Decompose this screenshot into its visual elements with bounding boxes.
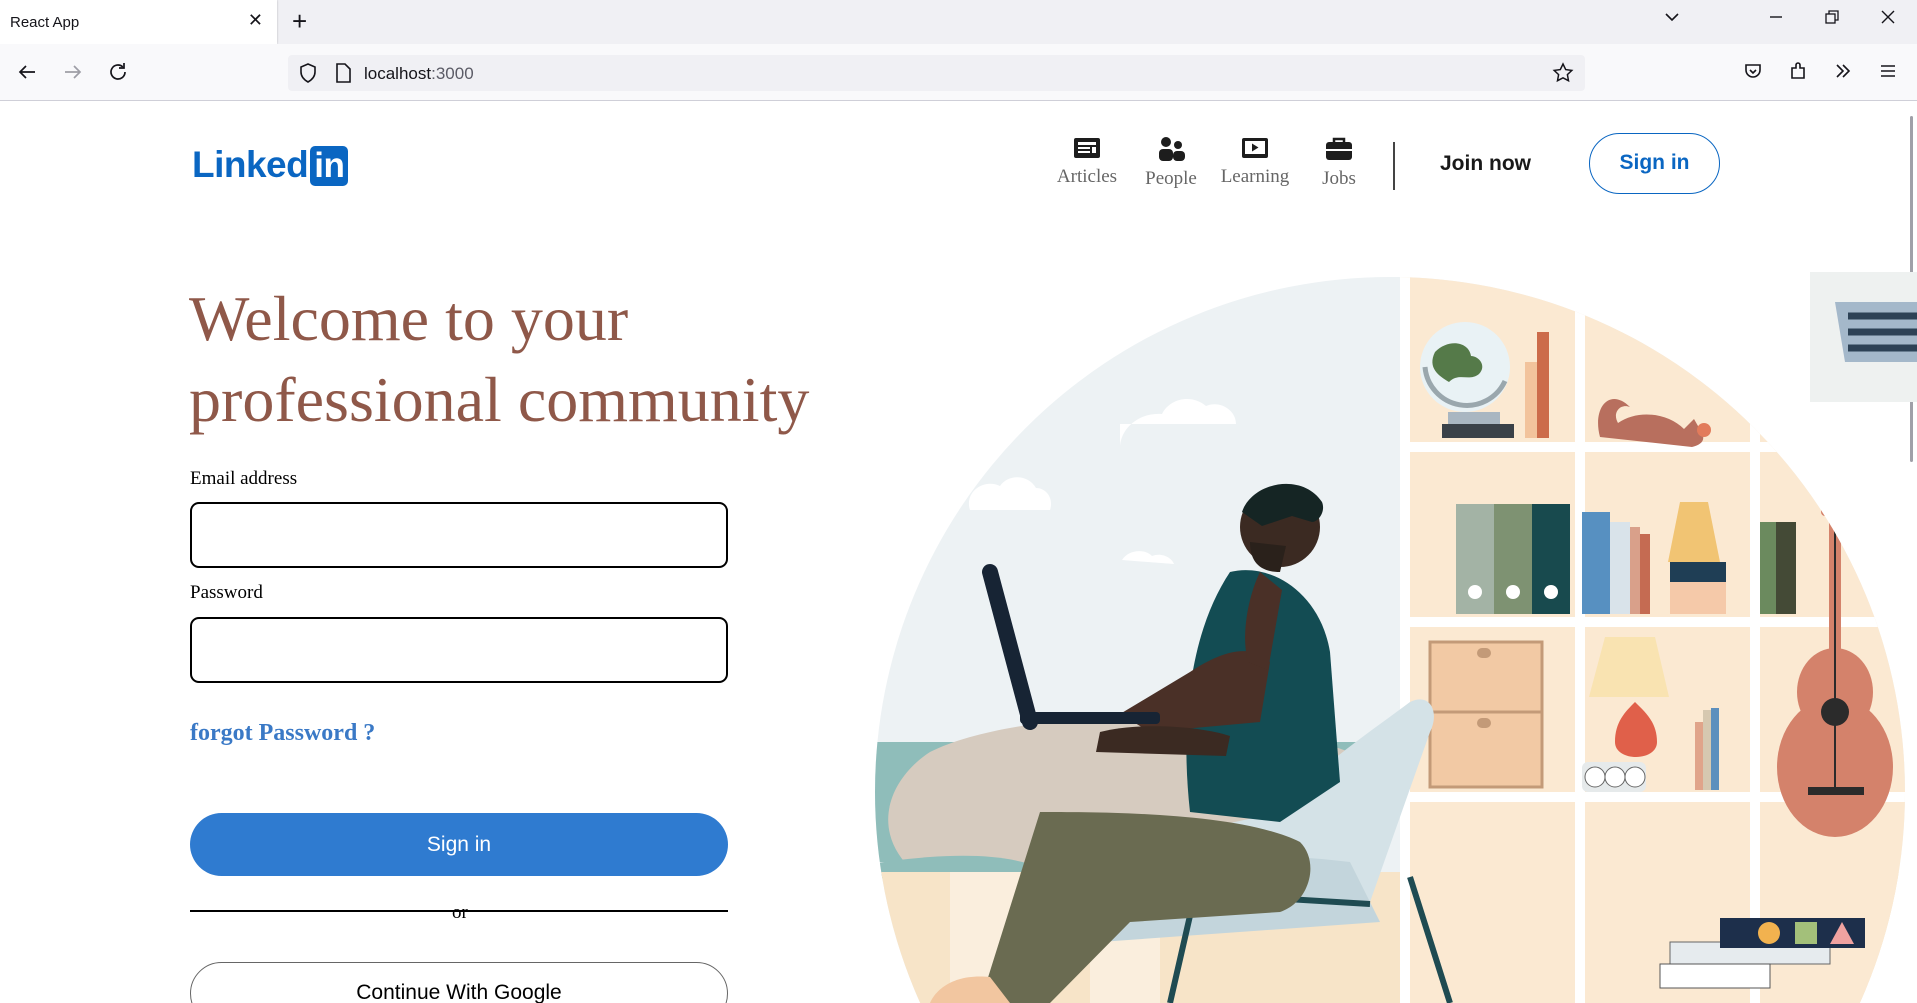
page-viewport: Linked in Articles People Learning Jobs …: [0, 102, 1917, 1003]
articles-icon: [1074, 138, 1100, 158]
hamburger-menu-icon[interactable]: [1878, 61, 1898, 87]
or-divider-text: or: [452, 902, 468, 923]
forward-arrow-icon[interactable]: [62, 61, 84, 89]
nav-item-learning[interactable]: Learning: [1213, 132, 1297, 190]
url-text[interactable]: localhost:3000: [364, 64, 474, 84]
jobs-icon: [1326, 137, 1352, 160]
headline-line-1: Welcome to your: [189, 283, 629, 354]
minimize-window-icon[interactable]: [1767, 8, 1785, 31]
email-label: Email address: [190, 468, 298, 489]
nav-item-articles[interactable]: Articles: [1045, 132, 1129, 190]
overflow-chevrons-icon[interactable]: [1833, 61, 1853, 87]
nav-label-articles: Articles: [1056, 166, 1118, 187]
pocket-icon[interactable]: [1743, 61, 1763, 87]
nav-label-people: People: [1145, 168, 1197, 189]
header-sign-in-button[interactable]: Sign in: [1589, 133, 1720, 194]
nav-label-jobs: Jobs: [1322, 168, 1356, 189]
linkedin-logo[interactable]: Linked in: [192, 144, 349, 186]
password-field[interactable]: [190, 617, 728, 683]
password-label: Password: [190, 582, 263, 603]
logo-wordmark: Linked: [192, 144, 309, 185]
tab-title: React App: [10, 14, 80, 31]
browser-tab-active[interactable]: React App ✕: [0, 0, 277, 44]
tab-list-chevron-down-icon[interactable]: [1663, 8, 1681, 31]
join-now-button[interactable]: Join now: [1440, 152, 1531, 176]
hero-illustration: [875, 272, 1917, 1003]
top-navigation: Articles People Learning Jobs: [1045, 132, 1381, 190]
email-field[interactable]: [190, 502, 728, 568]
extensions-icon[interactable]: [1788, 61, 1808, 87]
illustration-scene: [875, 277, 1905, 1003]
url-port: :3000: [431, 64, 474, 83]
learning-icon: [1242, 138, 1268, 158]
back-arrow-icon[interactable]: [16, 61, 38, 89]
close-window-icon[interactable]: [1879, 8, 1897, 31]
page-info-icon[interactable]: [334, 62, 352, 89]
headline-line-2: professional community: [189, 364, 810, 435]
address-bar[interactable]: localhost:3000: [288, 55, 1585, 91]
hero-headline: Welcome to your professional community: [189, 278, 909, 440]
forgot-password-link[interactable]: forgot Password ?: [190, 720, 375, 747]
nav-item-jobs[interactable]: Jobs: [1297, 132, 1381, 190]
restore-window-icon[interactable]: [1823, 8, 1841, 31]
nav-item-people[interactable]: People: [1129, 132, 1213, 190]
nav-divider: [1393, 142, 1395, 190]
people-icon: [1159, 137, 1185, 161]
browser-toolbar: localhost:3000: [0, 44, 1917, 101]
reload-icon[interactable]: [107, 61, 129, 89]
browser-tab-strip: React App ✕ +: [0, 0, 1917, 44]
logo-badge: in: [310, 146, 349, 186]
bookmark-star-icon[interactable]: [1552, 62, 1574, 89]
sign-in-button[interactable]: Sign in: [190, 813, 728, 876]
nav-label-learning: Learning: [1220, 166, 1290, 187]
continue-with-google-button[interactable]: Continue With Google: [190, 962, 728, 1003]
url-host: localhost: [364, 64, 432, 83]
close-tab-icon[interactable]: ✕: [248, 10, 263, 31]
new-tab-button[interactable]: +: [292, 6, 307, 37]
shield-icon[interactable]: [298, 62, 318, 89]
